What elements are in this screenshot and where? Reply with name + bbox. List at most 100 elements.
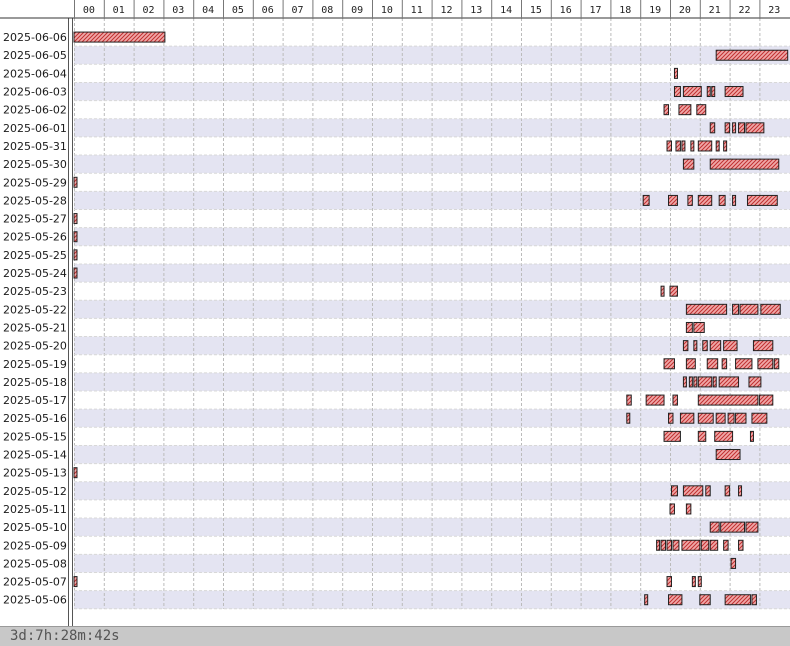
session-bar [687,194,693,206]
session-bar [724,594,751,606]
date-label: 2025-05-06 [3,594,67,607]
session-bar [626,394,632,406]
session-bar [691,576,696,588]
session-bar [718,194,726,206]
date-label: 2025-06-01 [3,122,67,135]
date-label: 2025-05-27 [3,213,67,226]
session-bar [724,122,731,134]
hour-label: 12 [440,5,452,16]
hour-label: 17 [589,5,601,16]
date-label: 2025-05-19 [3,358,67,371]
date-label: 2025-05-30 [3,158,67,171]
session-bar [626,412,631,424]
session-bar [709,539,719,551]
session-bar [672,394,678,406]
session-bar [706,86,711,98]
session-bar [675,140,681,152]
date-label: 2025-05-23 [3,285,67,298]
session-bar [715,140,720,152]
session-bar [705,485,711,497]
session-bar [73,213,78,225]
session-bar [758,394,774,406]
session-bar [760,303,781,315]
hour-label: 15 [530,5,542,16]
date-label: 2025-05-31 [3,140,67,153]
session-bar [697,376,713,388]
session-bar [715,412,726,424]
session-bar [732,122,737,134]
hour-label: 06 [262,5,274,16]
session-bar [706,358,719,370]
status-bar: 3d:7h:28m:42s [0,626,790,646]
session-bar [685,503,692,515]
session-bar [727,412,735,424]
session-bar [693,376,698,388]
session-bar [712,376,717,388]
date-label: 2025-06-02 [3,104,67,117]
session-bar [673,86,681,98]
date-label: 2025-05-10 [3,521,67,534]
date-label: 2025-05-08 [3,557,67,570]
session-bar [751,412,768,424]
session-bar [682,340,689,352]
session-bar [746,194,778,206]
session-bar [669,285,678,297]
session-bar [751,594,757,606]
date-label: 2025-05-22 [3,303,67,316]
session-bar [663,104,670,116]
session-bar [660,285,665,297]
session-bar [672,539,680,551]
session-bar [690,140,695,152]
total-duration: 3d:7h:28m:42s [10,628,120,644]
session-bar [709,158,780,170]
session-bar [660,539,667,551]
session-bar [663,358,675,370]
session-bar [709,340,722,352]
hour-label: 13 [470,5,482,16]
session-bar [697,576,702,588]
session-bar [697,412,714,424]
session-bar [702,340,708,352]
session-bar [668,594,683,606]
session-bar [73,467,78,479]
session-bar [697,430,707,442]
date-label: 2025-05-15 [3,430,67,443]
hour-label: 04 [202,5,214,16]
session-bar [700,539,710,551]
session-bar [670,485,678,497]
session-bar [73,31,166,43]
session-bar [668,194,678,206]
hour-label: 16 [560,5,572,16]
session-bar [748,376,762,388]
session-bar [73,267,78,279]
session-bar [693,340,698,352]
date-label: 2025-05-25 [3,249,67,262]
session-bar [724,86,744,98]
date-label: 2025-06-04 [3,67,67,80]
hour-label: 19 [649,5,661,16]
hour-label: 22 [738,5,750,16]
hour-label: 20 [679,5,691,16]
session-bar [709,521,720,533]
session-bar [685,303,728,315]
date-label: 2025-05-16 [3,412,67,425]
session-bar [745,521,759,533]
date-label: 2025-05-18 [3,376,67,389]
date-label: 2025-05-12 [3,485,67,498]
date-label: 2025-05-20 [3,340,67,353]
session-bar [697,394,759,406]
hour-label: 08 [321,5,333,16]
session-bar [732,194,737,206]
session-bar [724,485,731,497]
date-label: 2025-06-03 [3,86,67,99]
session-bar [668,412,674,424]
session-bar [669,503,675,515]
session-bar [757,358,774,370]
session-bar [715,449,741,461]
session-bar [673,67,678,79]
timeline-chart: 00 01 02 03 04 05 06 07 08 09 10 11 12 13 14 15 16 17 18 19… [0,0,790,626]
hour-label: 03 [172,5,184,16]
session-bar [735,358,753,370]
session-bar [656,539,661,551]
session-bar [723,340,738,352]
